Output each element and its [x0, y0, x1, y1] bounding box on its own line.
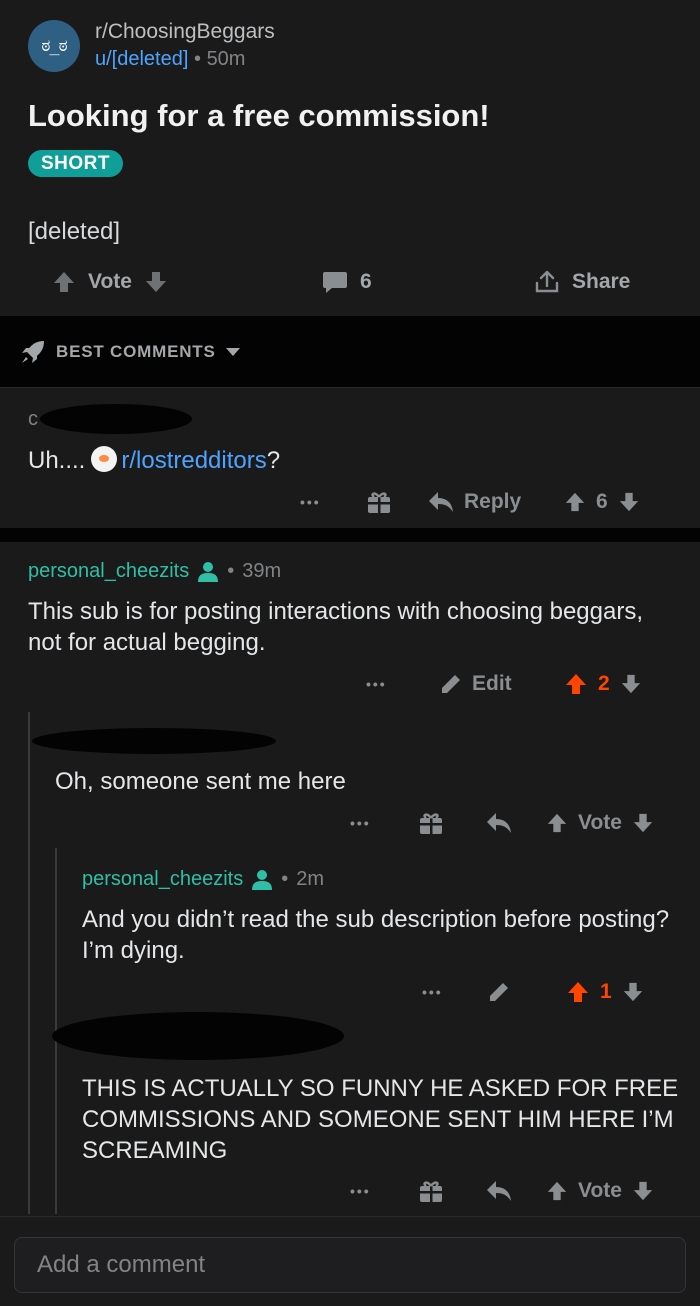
- more-options-button[interactable]: •••: [422, 974, 443, 1010]
- op-person-icon: [251, 869, 273, 891]
- comment-author[interactable]: personal_cheezits: [28, 560, 189, 583]
- share-button[interactable]: Share: [534, 262, 630, 302]
- comment-actions: ••• Reply 6: [0, 484, 700, 520]
- comment-vote-group: 1: [566, 974, 644, 1010]
- comment-body: Oh, someone sent me here: [55, 768, 346, 795]
- post-flair[interactable]: SHORT: [28, 150, 123, 177]
- rocket-icon: [20, 339, 46, 365]
- comments-button[interactable]: 6: [322, 262, 372, 302]
- more-options-button[interactable]: •••: [350, 805, 371, 841]
- comment-vote-group: Vote: [546, 1173, 654, 1209]
- share-icon: [534, 269, 560, 295]
- comment-divider: [0, 528, 700, 542]
- comment-actions: ••• Vote: [0, 805, 700, 841]
- award-icon[interactable]: [366, 484, 392, 520]
- comment-body: This sub is for posting interactions wit…: [28, 598, 643, 656]
- subreddit-avatar[interactable]: ಠ_ಠ: [28, 20, 80, 72]
- upvote-icon[interactable]: [546, 812, 568, 834]
- pencil-icon: [440, 673, 462, 695]
- meta-separator: •: [193, 48, 201, 70]
- comment-bubble-icon: [322, 270, 348, 294]
- upvote-icon[interactable]: [564, 672, 588, 696]
- post-meta: u/[deleted] • 50m: [95, 48, 245, 71]
- share-label: Share: [572, 270, 631, 293]
- upvote-icon[interactable]: [52, 270, 76, 294]
- upvote-icon[interactable]: [566, 980, 590, 1004]
- reply-button[interactable]: Reply: [428, 484, 521, 520]
- comment-text-suffix: ?: [266, 447, 281, 474]
- comment-meta: personal_cheezits • 2m: [82, 868, 324, 891]
- comment-actions: ••• 1: [0, 974, 700, 1010]
- reply-label: Reply: [464, 490, 522, 513]
- comment-score: 6: [596, 490, 608, 513]
- comment-meta: c: [28, 408, 38, 431]
- comment-vote-group: Vote: [546, 805, 654, 841]
- comment-vote-group: 2: [564, 666, 642, 702]
- comment-sort-button[interactable]: BEST COMMENTS: [0, 316, 700, 388]
- comment-score: 2: [598, 672, 610, 695]
- redaction-mark: [52, 1012, 344, 1060]
- award-icon[interactable]: [418, 1173, 444, 1209]
- comment-author[interactable]: personal_cheezits: [82, 868, 243, 891]
- downvote-icon[interactable]: [632, 1180, 654, 1202]
- post-card: ಠ_ಠ r/ChoosingBeggars u/[deleted] • 50m …: [0, 0, 700, 316]
- vote-label: Vote: [578, 1179, 622, 1202]
- post-age: 50m: [206, 48, 246, 70]
- sort-label: BEST COMMENTS: [56, 341, 216, 361]
- meta-separator: •: [227, 560, 235, 582]
- add-comment-input[interactable]: [14, 1237, 686, 1293]
- subreddit-name[interactable]: r/ChoosingBeggars: [95, 20, 275, 44]
- post-vote-group: Vote: [52, 262, 168, 302]
- more-options-button[interactable]: •••: [366, 666, 387, 702]
- comment-meta: personal_cheezits • 39m: [28, 560, 281, 583]
- edit-label: Edit: [472, 672, 512, 695]
- comment-body: THIS IS ACTUALLY SO FUNNY HE ASKED FOR F…: [82, 1075, 679, 1164]
- reply-button[interactable]: [486, 805, 512, 841]
- downvote-icon[interactable]: [622, 981, 644, 1003]
- comment-count: 6: [360, 270, 372, 293]
- more-options-button[interactable]: •••: [300, 484, 321, 520]
- redaction-mark: [40, 404, 192, 434]
- comment-body: Uh.... r/lostredditors?: [28, 445, 280, 476]
- comment-score: 1: [600, 980, 612, 1003]
- thread-line[interactable]: [28, 712, 30, 1214]
- upvote-icon[interactable]: [546, 1180, 568, 1202]
- vote-label: Vote: [578, 811, 622, 834]
- upvote-icon[interactable]: [564, 491, 586, 513]
- post-title[interactable]: Looking for a free commission!: [28, 98, 490, 134]
- comment-text: Uh....: [28, 447, 86, 474]
- comment-author[interactable]: c: [28, 408, 38, 431]
- meta-separator: •: [281, 868, 289, 890]
- comment-age: 2m: [296, 868, 325, 890]
- downvote-icon[interactable]: [618, 491, 640, 513]
- redaction-mark: [32, 728, 276, 754]
- reply-button[interactable]: [486, 1173, 512, 1209]
- post-action-bar: Vote 6 Share: [0, 262, 700, 302]
- downvote-icon[interactable]: [144, 270, 168, 294]
- reply-arrow-icon: [428, 491, 454, 513]
- subreddit-link[interactable]: r/lostredditors: [121, 447, 266, 474]
- edit-button[interactable]: [488, 974, 510, 1010]
- op-person-icon: [197, 561, 219, 583]
- pencil-icon: [488, 981, 510, 1003]
- comment-actions: ••• Vote: [0, 1173, 700, 1209]
- award-icon[interactable]: [418, 805, 444, 841]
- edit-button[interactable]: Edit: [440, 666, 512, 702]
- subreddit-snoo-icon: [91, 446, 118, 472]
- comment-body: And you didn’t read the sub description …: [82, 906, 670, 964]
- downvote-icon[interactable]: [632, 812, 654, 834]
- reply-arrow-icon: [486, 812, 512, 834]
- comment-vote-group: 6: [564, 484, 640, 520]
- post-body: [deleted]: [28, 218, 121, 245]
- chevron-down-icon: [225, 347, 240, 357]
- vote-label: Vote: [88, 270, 132, 293]
- comment-composer-bar: [0, 1216, 700, 1306]
- more-options-button[interactable]: •••: [350, 1173, 371, 1209]
- downvote-icon[interactable]: [620, 673, 642, 695]
- post-author[interactable]: u/[deleted]: [95, 48, 188, 70]
- reply-arrow-icon: [486, 1180, 512, 1202]
- comment-actions: ••• Edit 2: [0, 666, 700, 702]
- comment-age: 39m: [242, 560, 282, 582]
